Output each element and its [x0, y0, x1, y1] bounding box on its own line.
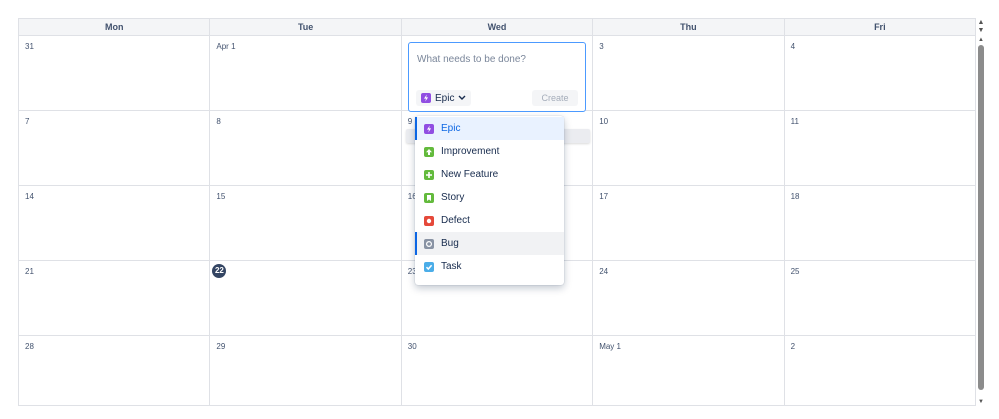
day-number: 14 — [25, 192, 34, 201]
day-number: 29 — [216, 342, 226, 351]
option-label: Improvement — [441, 146, 500, 157]
day-number: 15 — [216, 192, 226, 201]
day-number: 31 — [25, 42, 34, 51]
today-badge: 22 — [212, 264, 227, 278]
option-label: Task — [441, 261, 462, 272]
day-cell-today[interactable]: 22 — [210, 261, 402, 336]
option-label: Story — [441, 192, 465, 203]
day-number: 10 — [599, 117, 609, 126]
defect-icon — [424, 215, 434, 226]
day-number: 25 — [790, 267, 800, 276]
task-icon — [424, 261, 434, 272]
selected-type-label: Epic — [435, 92, 455, 104]
improvement-icon — [424, 146, 434, 157]
issue-type-option-bug[interactable]: Bug — [415, 232, 564, 255]
day-number: 21 — [25, 267, 34, 276]
day-number: 3 — [599, 42, 604, 51]
option-label: Defect — [441, 215, 470, 226]
option-label: Epic — [441, 123, 461, 134]
weekday-thu: Thu — [593, 19, 785, 35]
chevron-down-icon — [458, 93, 466, 103]
epic-icon — [424, 123, 434, 134]
day-cell[interactable]: 2 — [784, 336, 976, 406]
day-cell[interactable]: 21 — [19, 261, 211, 336]
day-cell[interactable]: 17 — [593, 186, 785, 261]
day-number: 7 — [25, 117, 30, 126]
day-cell[interactable]: 14 — [19, 186, 211, 261]
issue-type-option-epic[interactable]: Epic — [415, 117, 564, 140]
create-button[interactable]: Create — [532, 90, 578, 106]
day-cell[interactable]: 24 — [593, 261, 785, 336]
day-number: 2 — [790, 342, 796, 351]
day-cell[interactable]: 4 — [784, 36, 976, 111]
day-cell[interactable]: 7 — [19, 111, 211, 186]
summary-input[interactable]: What needs to be done? — [417, 54, 526, 65]
day-number: 4 — [790, 42, 796, 51]
issue-type-selector[interactable]: Epic — [416, 90, 472, 106]
day-number: 30 — [407, 342, 417, 351]
weekday-wed: Wed — [402, 19, 594, 35]
day-number: 17 — [599, 192, 609, 201]
day-number: 24 — [599, 267, 609, 276]
option-label: Bug — [441, 238, 459, 249]
day-cell[interactable]: 8 — [210, 111, 402, 186]
day-number: Apr 1 — [216, 42, 236, 51]
option-label: New Feature — [441, 169, 499, 180]
scrollbar-thumb[interactable] — [978, 45, 984, 390]
day-cell[interactable]: 28 — [19, 336, 211, 406]
weekday-fri: Fri — [874, 22, 886, 32]
day-number: 8 — [216, 117, 221, 126]
weekday-mon: Mon — [19, 19, 211, 35]
day-cell[interactable]: 30 — [401, 336, 594, 406]
scroll-down-icon[interactable]: ▼ — [977, 398, 985, 406]
day-cell[interactable]: 29 — [210, 336, 402, 406]
scroll-up-icon[interactable]: ▲ — [977, 36, 985, 44]
day-number: 9 — [407, 117, 413, 126]
day-cell[interactable]: 18 — [784, 186, 976, 261]
vertical-scrollbar[interactable]: ▲ ▼ — [977, 36, 985, 406]
day-cell[interactable]: Apr 1 — [210, 36, 402, 111]
issue-type-option-improvement[interactable]: Improvement — [415, 140, 564, 163]
day-cell[interactable]: May 1 — [593, 336, 785, 406]
bug-icon — [424, 238, 434, 249]
day-number: May 1 — [599, 342, 621, 351]
story-icon — [424, 192, 434, 203]
inline-create-card[interactable]: What needs to be done? Epic Create — [408, 42, 586, 112]
day-number: 18 — [790, 192, 800, 201]
day-cell[interactable]: 10 — [593, 111, 785, 186]
day-number: 11 — [790, 117, 799, 126]
day-cell[interactable]: 25 — [784, 261, 976, 336]
issue-type-option-defect[interactable]: Defect — [415, 209, 564, 232]
weekday-tue: Tue — [210, 19, 402, 35]
day-cell[interactable]: 31 — [19, 36, 211, 111]
day-cell[interactable]: 3 — [593, 36, 785, 111]
header-scroll-down-icon[interactable]: ▼ — [977, 26, 985, 35]
issue-type-option-new-feature[interactable]: New Feature — [415, 163, 564, 186]
issue-type-option-story[interactable]: Story — [415, 186, 564, 209]
day-cell[interactable]: 15 — [210, 186, 402, 261]
day-number: 28 — [25, 342, 34, 351]
new-feature-icon — [424, 169, 434, 180]
issue-type-option-task[interactable]: Task — [415, 255, 564, 278]
weekday-header: Mon Tue Wed Thu Fri — [18, 18, 976, 36]
issue-type-dropdown: Epic Improvement New Feature Story Defec… — [415, 116, 564, 285]
day-cell[interactable]: 11 — [784, 111, 976, 186]
epic-icon — [421, 93, 431, 103]
